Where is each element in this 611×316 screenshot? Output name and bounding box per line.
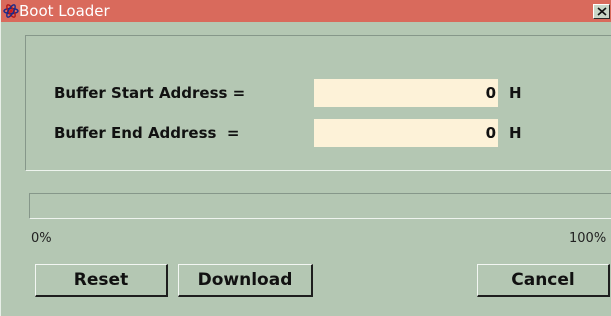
atom-icon bbox=[3, 3, 19, 19]
end-address-row: Buffer End Address = 0 H bbox=[26, 119, 611, 147]
cancel-button[interactable]: Cancel bbox=[477, 264, 610, 297]
end-address-label: Buffer End Address = bbox=[54, 124, 240, 142]
boot-loader-dialog: Boot Loader Buffer Start Address = 0 H B… bbox=[0, 0, 611, 316]
download-progress-bar bbox=[29, 193, 611, 219]
reset-button[interactable]: Reset bbox=[35, 264, 168, 297]
progress-max-label: 100% bbox=[569, 231, 607, 246]
end-address-field[interactable]: 0 bbox=[314, 119, 498, 147]
progress-min-label: 0% bbox=[31, 231, 52, 246]
start-address-field[interactable]: 0 bbox=[314, 79, 498, 107]
start-address-label: Buffer Start Address = bbox=[54, 84, 246, 102]
window-title: Boot Loader bbox=[19, 2, 110, 20]
close-button[interactable] bbox=[593, 4, 610, 19]
start-address-unit: H bbox=[509, 84, 522, 102]
start-address-row: Buffer Start Address = 0 H bbox=[26, 79, 611, 107]
address-group-box: Buffer Start Address = 0 H Buffer End Ad… bbox=[25, 35, 611, 171]
download-button[interactable]: Download bbox=[178, 264, 313, 297]
close-icon bbox=[597, 7, 607, 16]
title-bar[interactable]: Boot Loader bbox=[1, 0, 611, 22]
end-address-unit: H bbox=[509, 124, 522, 142]
